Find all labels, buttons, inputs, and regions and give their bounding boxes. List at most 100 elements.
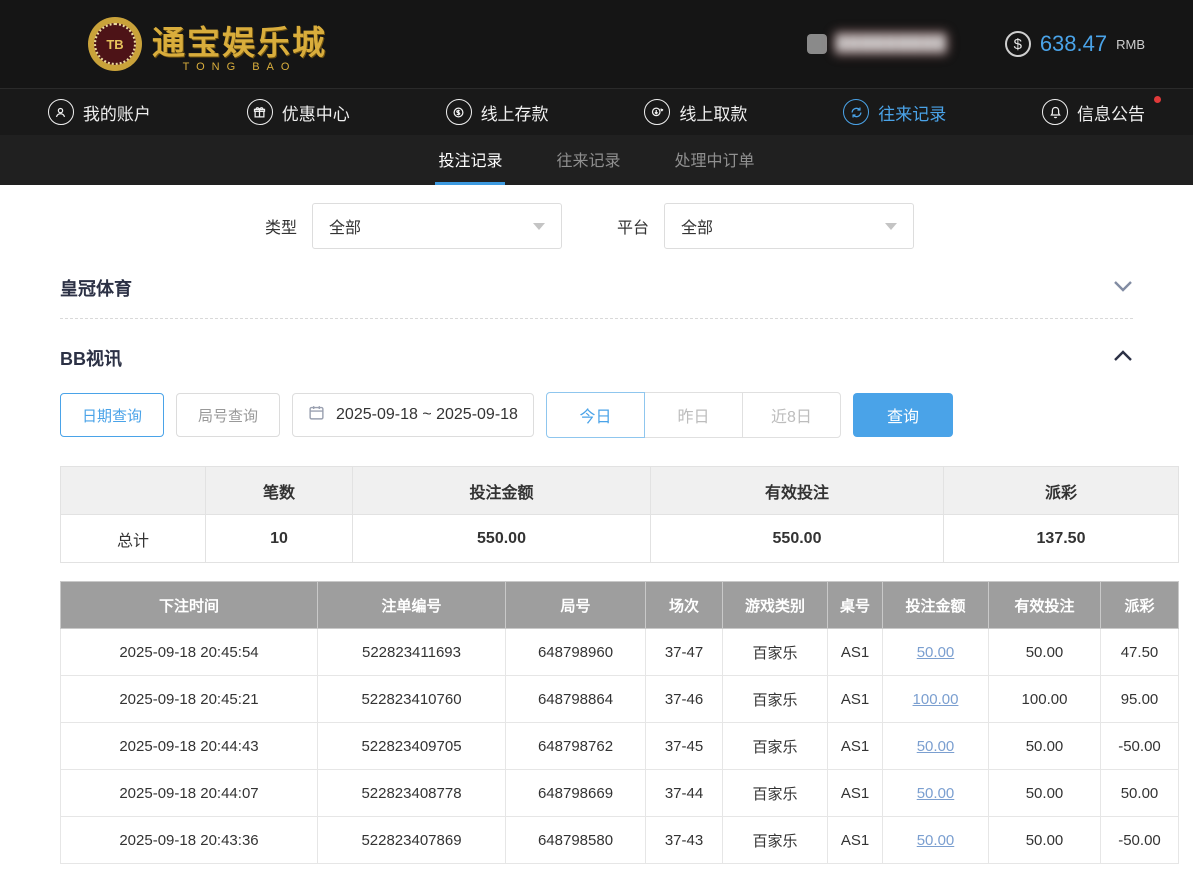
section-title: 皇冠体育 — [60, 279, 132, 299]
logo-subtitle: TONG BAO — [182, 60, 297, 73]
cell-session: 37-45 — [645, 722, 723, 770]
nav-item-label: 线上存款 — [480, 104, 549, 124]
tab-betting-records[interactable]: 投注记录 — [435, 135, 506, 185]
bets-table-body: 2025-09-18 20:45:54 522823411693 6487989… — [60, 628, 1179, 864]
cell-bet-time: 2025-09-18 20:44:43 — [60, 722, 318, 770]
nav-item-transaction-records[interactable]: 往来记录 — [795, 89, 994, 135]
cell-round-no: 648798960 — [505, 628, 646, 676]
cell-payout: 47.50 — [1100, 628, 1179, 676]
summary-total-bet-amount: 550.00 — [352, 514, 651, 563]
bet-amount-link[interactable]: 50.00 — [917, 644, 955, 661]
chevron-down-icon[interactable] — [1113, 279, 1133, 297]
bets-header-table-no: 桌号 — [827, 581, 883, 629]
round-query-button[interactable]: 局号查询 — [176, 393, 281, 437]
cell-session: 37-43 — [645, 816, 723, 864]
summary-total-count: 10 — [205, 514, 353, 563]
quick-range-group: 今日 昨日 近8日 — [545, 392, 841, 438]
tab-transaction-records[interactable]: 往来记录 — [553, 135, 623, 185]
cell-round-no: 648798580 — [505, 816, 646, 864]
cell-payout: 95.00 — [1100, 675, 1179, 723]
sub-nav: 投注记录 往来记录 处理中订单 — [0, 135, 1193, 185]
platform-select[interactable]: 全部 — [664, 203, 915, 249]
gift-icon — [246, 99, 273, 125]
bet-amount-link[interactable]: 100.00 — [913, 691, 959, 708]
main-nav: 我的账户 优惠中心 线上存款 线上取款 往来记录 信息公告 — [0, 88, 1193, 135]
table-row: 2025-09-18 20:44:43 522823409705 6487987… — [60, 722, 1179, 770]
nav-item-my-account[interactable]: 我的账户 — [0, 89, 199, 135]
cell-table-no: AS1 — [827, 816, 883, 864]
cell-bet-time: 2025-09-18 20:45:21 — [60, 675, 318, 723]
cell-order-no: 522823409705 — [317, 722, 506, 770]
date-query-button[interactable]: 日期查询 — [60, 393, 165, 437]
table-row: 2025-09-18 20:44:07 522823408778 6487986… — [60, 769, 1179, 817]
cell-valid-bet: 50.00 — [988, 722, 1101, 770]
yesterday-button[interactable]: 昨日 — [643, 392, 743, 438]
summary-total-payout: 137.50 — [943, 514, 1179, 563]
withdraw-icon — [644, 99, 671, 125]
nav-item-label: 往来记录 — [878, 104, 947, 124]
section-crown-sports[interactable]: 皇冠体育 — [60, 249, 1133, 301]
bets-header-valid-bet: 有效投注 — [988, 581, 1101, 629]
summary-header-row: 笔数 投注金额 有效投注 派彩 — [60, 466, 1179, 515]
logo-chip-icon: TB — [88, 17, 142, 71]
today-button[interactable]: 今日 — [545, 392, 645, 438]
platform-select-value: 全部 — [681, 220, 714, 237]
cell-payout: -50.00 — [1100, 816, 1179, 864]
bets-table: 下注时间 注单编号 局号 场次 游戏类别 桌号 投注金额 有效投注 派彩 202… — [60, 581, 1179, 864]
search-button[interactable]: 查询 — [852, 393, 953, 437]
balance[interactable]: $ 638.47 RMB — [1004, 31, 1145, 57]
nav-item-label: 信息公告 — [1077, 104, 1146, 124]
cell-session: 37-46 — [645, 675, 723, 723]
dollar-icon: $ — [1004, 31, 1031, 57]
summary-header-payout: 派彩 — [943, 466, 1179, 515]
cell-valid-bet: 50.00 — [988, 816, 1101, 864]
avatar — [806, 34, 827, 54]
bets-header-bet-amount: 投注金额 — [882, 581, 989, 629]
chevron-up-icon[interactable] — [1113, 349, 1133, 367]
summary-header-count: 笔数 — [205, 466, 353, 515]
cell-bet-time: 2025-09-18 20:45:54 — [60, 628, 318, 676]
platform-filter-label: 平台 — [617, 220, 650, 237]
bets-header-order-no: 注单编号 — [317, 581, 506, 629]
calendar-icon — [308, 404, 325, 426]
nav-item-deposit[interactable]: 线上存款 — [398, 89, 597, 135]
bet-amount-link[interactable]: 50.00 — [917, 832, 955, 849]
date-range-input[interactable]: 2025-09-18 ~ 2025-09-18 — [292, 393, 534, 437]
cell-session: 37-47 — [645, 628, 723, 676]
cell-order-no: 522823410760 — [317, 675, 506, 723]
nav-item-withdraw[interactable]: 线上取款 — [596, 89, 795, 135]
table-row: 2025-09-18 20:45:21 522823410760 6487988… — [60, 675, 1179, 723]
brand-logo[interactable]: TB 通宝娱乐城 TONG BAO — [88, 16, 327, 73]
summary-header-valid-bet: 有效投注 — [650, 466, 944, 515]
cell-bet-time: 2025-09-18 20:44:07 — [60, 769, 318, 817]
section-title: BB视讯 — [60, 349, 122, 369]
bet-amount-link[interactable]: 50.00 — [917, 785, 955, 802]
bets-header-row: 下注时间 注单编号 局号 场次 游戏类别 桌号 投注金额 有效投注 派彩 — [60, 581, 1179, 629]
type-select[interactable]: 全部 — [312, 203, 563, 249]
cell-order-no: 522823407869 — [317, 816, 506, 864]
user-icon — [47, 99, 74, 125]
cell-session: 37-44 — [645, 769, 723, 817]
bets-header-time: 下注时间 — [60, 581, 318, 629]
nav-item-promotions[interactable]: 优惠中心 — [199, 89, 398, 135]
user-account[interactable]: █████████ — [806, 34, 947, 54]
nav-item-announcements[interactable]: 信息公告 — [994, 89, 1193, 135]
bet-amount-link[interactable]: 50.00 — [917, 738, 955, 755]
cell-bet-amount: 50.00 — [882, 722, 989, 770]
cell-bet-amount: 100.00 — [882, 675, 989, 723]
cell-round-no: 648798762 — [505, 722, 646, 770]
cell-bet-time: 2025-09-18 20:43:36 — [60, 816, 318, 864]
section-bb-video[interactable]: BB视讯 — [60, 319, 1133, 371]
cell-game-type: 百家乐 — [722, 769, 828, 817]
query-bar: 日期查询 局号查询 2025-09-18 ~ 2025-09-18 今日 昨日 … — [60, 392, 1133, 438]
nav-item-label: 优惠中心 — [281, 104, 350, 124]
cell-table-no: AS1 — [827, 769, 883, 817]
bets-header-game-type: 游戏类别 — [722, 581, 828, 629]
cell-valid-bet: 50.00 — [988, 769, 1101, 817]
table-row: 2025-09-18 20:45:54 522823411693 6487989… — [60, 628, 1179, 676]
cell-game-type: 百家乐 — [722, 628, 828, 676]
bets-header-payout: 派彩 — [1100, 581, 1179, 629]
bets-header-session: 场次 — [645, 581, 723, 629]
tab-pending-orders[interactable]: 处理中订单 — [672, 135, 758, 185]
last8-days-button[interactable]: 近8日 — [741, 392, 841, 438]
